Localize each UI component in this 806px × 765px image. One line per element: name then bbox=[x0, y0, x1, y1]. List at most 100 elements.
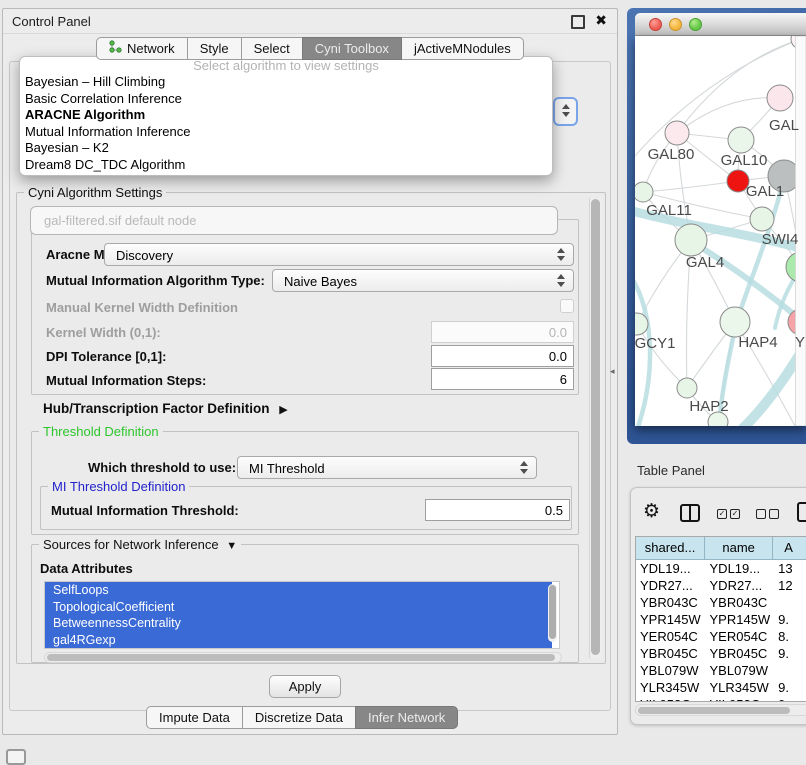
manual-kernel-checkbox[interactable] bbox=[560, 299, 574, 313]
mi-steps-field[interactable]: 6 bbox=[431, 368, 574, 390]
dropdown-item-bayesian-k2[interactable]: Bayesian – K2 bbox=[20, 140, 552, 157]
table-cell: YLR345W bbox=[706, 679, 775, 696]
tab-discretize-data[interactable]: Discretize Data bbox=[242, 706, 356, 729]
network-node-hap2[interactable] bbox=[677, 378, 697, 398]
table-row[interactable]: YBR045CYBR045C9. bbox=[636, 645, 806, 662]
sources-group-title[interactable]: Sources for Network Inference ▼ bbox=[39, 537, 241, 552]
network-window-titlebar[interactable] bbox=[635, 13, 806, 36]
list-scrollbar[interactable] bbox=[548, 584, 557, 642]
tab-infer-network[interactable]: Infer Network bbox=[355, 706, 458, 729]
column-header-shared-[interactable]: shared... bbox=[636, 537, 705, 559]
dropdown-item-dream8-dc-tdc-algorithm[interactable]: Dream8 DC_TDC Algorithm bbox=[20, 157, 552, 174]
table-row[interactable]: YBL079WYBL079W bbox=[636, 662, 806, 679]
dpi-tolerance-field[interactable]: 0.0 bbox=[431, 345, 574, 367]
hub-definition-toggle[interactable]: Hub/Transcription Factor Definition ▶ bbox=[43, 401, 288, 416]
split-pane-collapse-arrow[interactable]: ◂ bbox=[610, 366, 615, 377]
inference-combo-stepper[interactable] bbox=[553, 97, 578, 126]
minimize-window-icon[interactable] bbox=[669, 18, 682, 31]
table-cell: YLR345W bbox=[636, 679, 706, 696]
attribute-item-selfloops[interactable]: SelfLoops bbox=[45, 582, 552, 599]
node-label-gal4: GAL4 bbox=[686, 254, 724, 271]
table-row[interactable]: YDR27...YDR27...12 bbox=[636, 577, 806, 594]
table-row[interactable]: YIL052CYIL052C9 bbox=[636, 696, 806, 702]
mi-threshold-field[interactable]: 0.5 bbox=[425, 499, 570, 521]
table-cell bbox=[774, 662, 806, 679]
tab-label: Cyni Toolbox bbox=[315, 37, 389, 60]
node-label-gal: GAL bbox=[769, 117, 799, 134]
tab-label: jActiveMNodules bbox=[414, 37, 511, 60]
table-cell: 8. bbox=[774, 628, 806, 645]
node-label-y: Y bbox=[795, 334, 805, 351]
aracne-mode-select[interactable]: Discovery bbox=[104, 243, 574, 266]
tab-jactivemnodules[interactable]: jActiveMNodules bbox=[401, 37, 524, 60]
node-label-gal11: GAL11 bbox=[646, 202, 692, 219]
table-cell: 9. bbox=[774, 679, 806, 696]
mi-type-select[interactable]: Naive Bayes bbox=[272, 269, 574, 292]
algorithm-dropdown-popup: Select algorithm to view settings Bayesi… bbox=[19, 56, 553, 176]
network-node-gal1[interactable] bbox=[750, 207, 774, 231]
table-cell: YBL079W bbox=[706, 662, 775, 679]
deselect-all-checkbox-icon[interactable] bbox=[756, 509, 766, 519]
dropdown-item-aracne-algorithm[interactable]: ARACNE Algorithm bbox=[20, 107, 552, 124]
tab-style[interactable]: Style bbox=[187, 37, 242, 60]
mi-steps-label: Mutual Information Steps: bbox=[46, 373, 206, 388]
which-threshold-select[interactable]: MI Threshold bbox=[237, 456, 537, 479]
tab-cyni-toolbox[interactable]: Cyni Toolbox bbox=[302, 37, 402, 60]
select-all-checkbox-icon[interactable]: ✓ bbox=[717, 509, 727, 519]
table-row[interactable]: YER054CYER054C8. bbox=[636, 628, 806, 645]
tab-select[interactable]: Select bbox=[241, 37, 303, 60]
table-header-row: shared...nameA bbox=[636, 537, 806, 560]
cyni-bottom-tabs: Impute DataDiscretize DataInfer Network bbox=[146, 706, 458, 729]
apply-button[interactable]: Apply bbox=[269, 675, 341, 698]
node-label-swi4: SWI4 bbox=[762, 231, 799, 248]
table-rows: YDL19...YDL19...13YDR27...YDR27...12YBR0… bbox=[636, 560, 806, 702]
show-columns-icon[interactable] bbox=[680, 504, 700, 522]
export-table-icon[interactable] bbox=[797, 502, 806, 522]
dropdown-item-mutual-information-inference[interactable]: Mutual Information Inference bbox=[20, 124, 552, 141]
attribute-item-topologicalcoefficient[interactable]: TopologicalCoefficient bbox=[45, 599, 552, 616]
tab-label: Style bbox=[200, 37, 229, 60]
network-edge[interactable] bbox=[637, 324, 687, 388]
settings-group-title: Cyni Algorithm Settings bbox=[24, 185, 166, 200]
dropdown-hint: Select algorithm to view settings bbox=[20, 58, 552, 74]
node-table[interactable]: shared...nameA YDL19...YDL19...13YDR27..… bbox=[635, 536, 806, 702]
column-header-name[interactable]: name bbox=[705, 537, 773, 559]
tab-impute-data[interactable]: Impute Data bbox=[146, 706, 243, 729]
network-node-gal4[interactable] bbox=[675, 224, 707, 256]
table-horizontal-scrollbar[interactable] bbox=[635, 704, 806, 716]
network-canvas[interactable]: GALGAL80GAL10GAL1GAL11GAL4SWI4GCY1HAP4YH… bbox=[635, 36, 806, 426]
settings-scrollbar[interactable] bbox=[589, 198, 602, 658]
collapsed-panel-icon[interactable] bbox=[6, 749, 26, 765]
select-all-checkbox-icon[interactable]: ✓ bbox=[730, 509, 740, 519]
data-attributes-list[interactable]: SelfLoopsTopologicalCoefficientBetweenne… bbox=[44, 581, 560, 649]
dropdown-item-bayesian-hill-climbing[interactable]: Bayesian – Hill Climbing bbox=[20, 74, 552, 91]
network-node-gal80[interactable] bbox=[665, 121, 689, 145]
table-row[interactable]: YLR345WYLR345W9. bbox=[636, 679, 806, 696]
column-header-a[interactable]: A bbox=[773, 537, 806, 559]
sources-group: Sources for Network Inference ▼ Data Att… bbox=[31, 544, 579, 663]
table-settings-gear-icon[interactable]: ⚙ bbox=[643, 500, 660, 523]
kernel-width-field[interactable]: 0.0 bbox=[431, 321, 574, 343]
network-node-gal11[interactable] bbox=[635, 182, 653, 202]
network-edge[interactable] bbox=[643, 181, 738, 192]
attribute-item-gal4rgexp[interactable]: gal4RGexp bbox=[45, 632, 552, 649]
expanded-arrow-icon: ▼ bbox=[226, 540, 237, 552]
network-table-combo[interactable]: gal-filtered.sif default node bbox=[30, 206, 558, 235]
table-row[interactable]: YPR145WYPR145W9. bbox=[636, 611, 806, 628]
attribute-item-betweennesscentrality[interactable]: BetweennessCentrality bbox=[45, 615, 552, 632]
close-window-icon[interactable] bbox=[649, 18, 662, 31]
zoom-window-icon[interactable] bbox=[689, 18, 702, 31]
tab-network[interactable]: Network bbox=[96, 37, 188, 60]
node-label-hap2: HAP2 bbox=[689, 398, 728, 415]
network-node-hap4[interactable] bbox=[720, 307, 750, 337]
table-row[interactable]: YDL19...YDL19...13 bbox=[636, 560, 806, 577]
float-panel-icon[interactable] bbox=[571, 15, 585, 29]
list-horizontal-scrollbar[interactable] bbox=[44, 652, 562, 663]
network-node-gal[interactable] bbox=[767, 85, 793, 111]
control-panel-title: Control Panel bbox=[12, 14, 91, 29]
table-row[interactable]: YBR043CYBR043C bbox=[636, 594, 806, 611]
deselect-all-checkbox-icon[interactable] bbox=[769, 509, 779, 519]
dropdown-item-basic-correlation-inference[interactable]: Basic Correlation Inference bbox=[20, 91, 552, 108]
network-node-gal10[interactable] bbox=[728, 127, 754, 153]
close-panel-icon[interactable]: ✖ bbox=[595, 12, 607, 29]
